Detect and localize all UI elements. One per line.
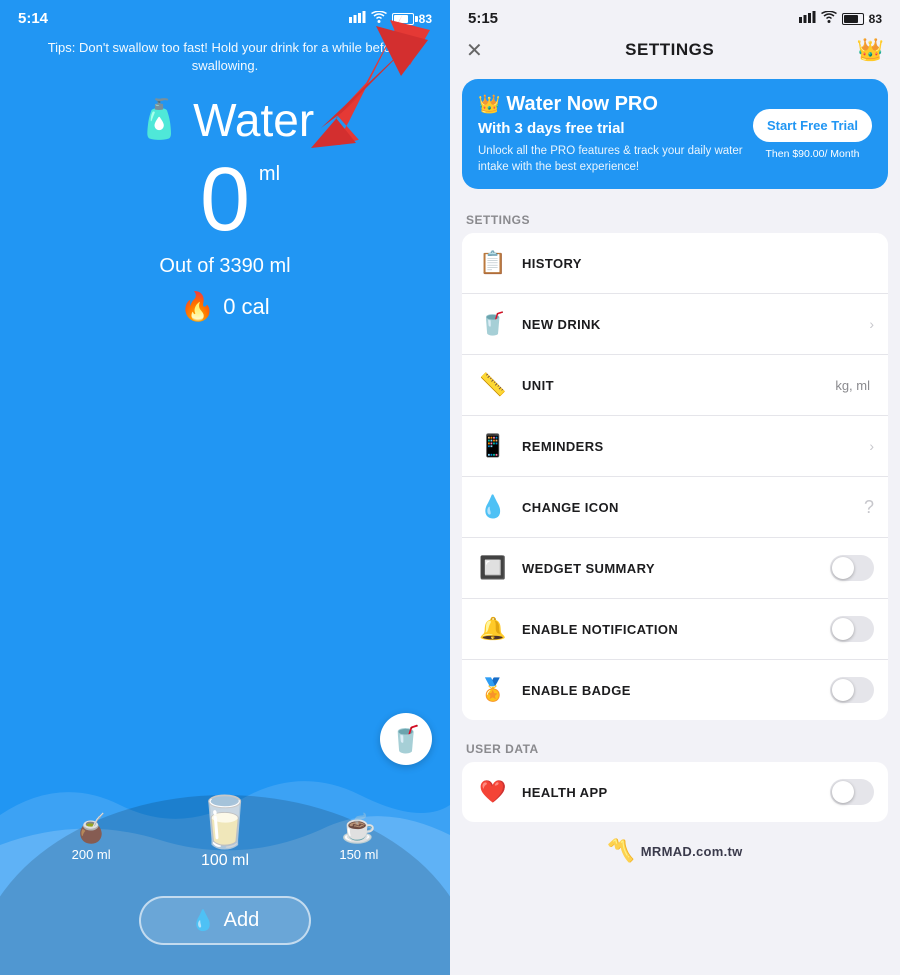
widget-label: WEDGET SUMMARY — [522, 561, 830, 576]
pro-desc: Unlock all the PRO features & track your… — [478, 143, 753, 175]
cup-right-icon: ☕ — [341, 812, 376, 845]
drink-options-row: 🧉 200 ml 🥛 100 ml ☕ 150 ml — [0, 793, 450, 880]
health-toggle-knob — [832, 781, 854, 803]
settings-row-notification[interactable]: 🔔 ENABLE NOTIFICATION — [462, 599, 888, 660]
pro-title: Water Now PRO — [506, 93, 658, 116]
cup-left-icon: 🧉 — [74, 812, 109, 845]
flame-icon: 🔥 — [180, 290, 215, 323]
battery-pct-right: 83 — [869, 12, 882, 26]
notification-label: ENABLE NOTIFICATION — [522, 622, 830, 637]
nav-header: ✕ SETTINGS 👑 — [450, 31, 900, 73]
drink-option-left[interactable]: 🧉 200 ml — [72, 812, 111, 862]
pro-banner-right: Start Free Trial Then $90.00/ Month — [753, 109, 872, 160]
battery-icon-right — [842, 13, 864, 25]
status-icons-right: 83 — [799, 11, 882, 26]
settings-group-main: 📋 HISTORY 🥤 NEW DRINK › 📏 UNIT kg, ml 📱 … — [462, 233, 888, 720]
settings-row-new-drink[interactable]: 🥤 NEW DRINK › — [462, 294, 888, 355]
refresh-fab[interactable]: 🥤 — [380, 713, 432, 765]
unit-label: UNIT — [522, 378, 835, 393]
reminders-chevron: › — [869, 438, 874, 454]
settings-row-change-icon[interactable]: 💧 CHANGE ICON ? — [462, 477, 888, 538]
cup-middle-icon: 🥛 — [194, 793, 256, 852]
badge-icon: 🏅 — [476, 673, 510, 707]
watermark: 〽️ MRMAD.com.tw — [450, 830, 900, 868]
widget-toggle-knob — [832, 557, 854, 579]
add-button[interactable]: 💧 Add — [139, 896, 312, 945]
close-button[interactable]: ✕ — [466, 38, 483, 63]
pro-crown-icon: 👑 — [478, 94, 500, 115]
change-icon-question: ? — [864, 497, 874, 518]
settings-row-unit[interactable]: 📏 UNIT kg, ml — [462, 355, 888, 416]
signal-icon-right — [799, 11, 816, 26]
pro-price: Then $90.00/ Month — [765, 148, 859, 160]
settings-row-health[interactable]: ❤️ HEALTH APP — [462, 762, 888, 822]
settings-row-reminders[interactable]: 📱 REMINDERS › — [462, 416, 888, 477]
unit-icon: 📏 — [476, 368, 510, 402]
reminders-label: REMINDERS — [522, 439, 869, 454]
amount-number: 0 — [200, 150, 250, 250]
new-drink-icon: 🥤 — [476, 307, 510, 341]
cup-middle-label: 100 ml — [201, 852, 249, 870]
drink-option-right[interactable]: ☕ 150 ml — [339, 812, 378, 862]
add-icon: 💧 — [191, 908, 216, 933]
cup-left-label: 200 ml — [72, 847, 111, 862]
health-icon: ❤️ — [476, 775, 510, 809]
health-toggle[interactable] — [830, 779, 874, 805]
unit-value: kg, ml — [835, 378, 870, 393]
badge-label: ENABLE BADGE — [522, 683, 830, 698]
settings-group-user: ❤️ HEALTH APP — [462, 762, 888, 822]
widget-icon: 🔲 — [476, 551, 510, 585]
user-data-section-header: USER DATA — [450, 728, 900, 762]
change-icon-icon: 💧 — [476, 490, 510, 524]
notification-toggle[interactable] — [830, 616, 874, 642]
add-label: Add — [224, 909, 260, 932]
crown-button[interactable]: 👑 — [857, 37, 884, 63]
right-panel: 5:15 83 ✕ SETTINGS 👑 👑 Water Now PRO — [450, 0, 900, 975]
notification-icon: 🔔 — [476, 612, 510, 646]
watermark-text: MRMAD.com.tw — [641, 844, 743, 859]
out-of-text: Out of 3390 ml — [159, 255, 290, 278]
settings-row-badge[interactable]: 🏅 ENABLE BADGE — [462, 660, 888, 720]
bottom-controls: 🧉 200 ml 🥛 100 ml ☕ 150 ml 💧 Add — [0, 775, 450, 975]
time-right: 5:15 — [468, 10, 498, 27]
start-trial-button[interactable]: Start Free Trial — [753, 109, 872, 142]
pro-banner: 👑 Water Now PRO With 3 days free trial U… — [462, 79, 888, 189]
badge-toggle-knob — [832, 679, 854, 701]
nav-title: SETTINGS — [625, 40, 714, 60]
change-icon-label: CHANGE ICON — [522, 500, 864, 515]
cal-row: 🔥 0 cal — [180, 290, 269, 323]
pro-banner-left: 👑 Water Now PRO With 3 days free trial U… — [478, 93, 753, 175]
health-label: HEALTH APP — [522, 785, 830, 800]
new-drink-label: NEW DRINK — [522, 317, 869, 332]
settings-scroll[interactable]: SETTINGS 📋 HISTORY 🥤 NEW DRINK › 📏 UNIT … — [450, 199, 900, 975]
amount-display: 0 ml — [200, 155, 250, 245]
red-arrow-overlay — [276, 18, 436, 168]
time-left: 5:14 — [18, 10, 48, 27]
new-drink-chevron: › — [869, 316, 874, 332]
history-icon: 📋 — [476, 246, 510, 280]
settings-row-widget[interactable]: 🔲 WEDGET SUMMARY — [462, 538, 888, 599]
reminders-icon: 📱 — [476, 429, 510, 463]
badge-toggle[interactable] — [830, 677, 874, 703]
wifi-icon-right — [821, 11, 837, 26]
pro-title-row: 👑 Water Now PRO — [478, 93, 753, 116]
cal-text: 0 cal — [223, 294, 269, 320]
widget-toggle[interactable] — [830, 555, 874, 581]
history-label: HISTORY — [522, 256, 874, 271]
settings-row-history[interactable]: 📋 HISTORY — [462, 233, 888, 294]
pro-subtitle: With 3 days free trial — [478, 120, 753, 137]
notification-toggle-knob — [832, 618, 854, 640]
left-panel: 5:14 83 Tips: Don't swallow too fast! Ho… — [0, 0, 450, 975]
cup-right-label: 150 ml — [339, 847, 378, 862]
status-bar-right: 5:15 83 — [450, 0, 900, 31]
watermark-logo: 〽️ — [607, 838, 634, 864]
drink-icon: 🧴 — [136, 98, 183, 142]
settings-section-header: SETTINGS — [450, 199, 900, 233]
drink-option-middle[interactable]: 🥛 100 ml — [194, 793, 256, 870]
